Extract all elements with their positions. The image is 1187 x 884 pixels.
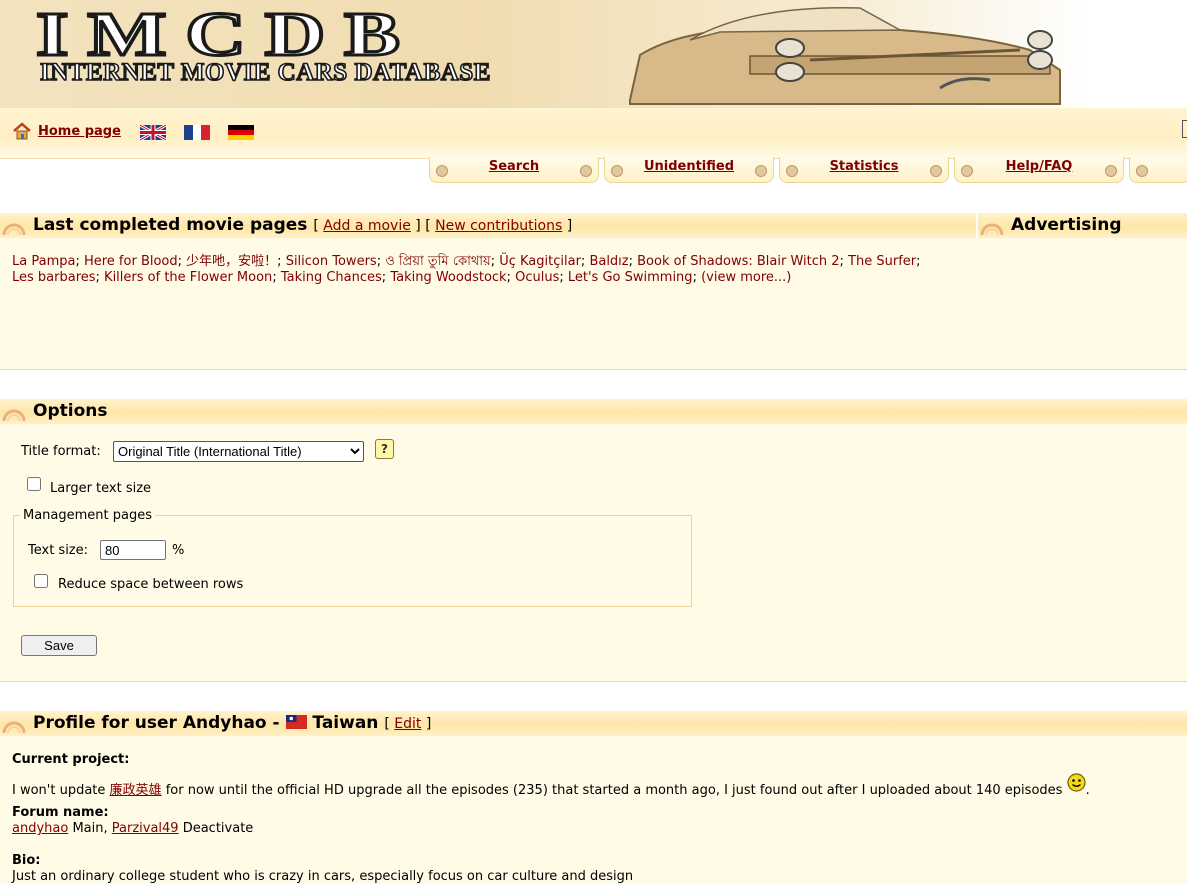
pin-icon: [930, 165, 942, 177]
movie-link[interactable]: Taking Woodstock: [390, 270, 506, 285]
profile-header: Profile for user Andyhao - Taiwan [ Edit…: [0, 711, 1187, 736]
section-arc-icon: [2, 721, 26, 734]
title-format-select[interactable]: Original Title (International Title): [113, 441, 364, 462]
profile-actions: [ Edit ]: [384, 716, 432, 732]
section-arc-icon: [2, 409, 26, 422]
last-completed-heading: Last completed movie pages: [33, 215, 308, 235]
movie-link[interactable]: Here for Blood: [84, 254, 178, 269]
profile-heading: Profile for user Andyhao -: [33, 713, 286, 733]
text-size-input[interactable]: [100, 540, 166, 560]
forum-user-note: Deactivate: [178, 821, 254, 836]
options-title: Options: [33, 401, 108, 421]
movie-link[interactable]: Üç Kagitçilar: [499, 254, 581, 269]
movie-link[interactable]: Let's Go Swimming: [568, 270, 693, 285]
profile-panel: [0, 735, 1187, 884]
bio-label: Bio:: [12, 853, 41, 868]
pin-icon: [580, 165, 592, 177]
german-flag-icon[interactable]: [228, 125, 254, 140]
taiwan-flag-icon: [285, 715, 307, 729]
movie-link[interactable]: Taking Chances: [281, 270, 382, 285]
larger-text-checkbox[interactable]: [27, 477, 41, 491]
section-divider: [0, 681, 1187, 682]
current-project-label: Current project:: [12, 752, 130, 767]
pin-icon: [1105, 165, 1117, 177]
english-flag-icon[interactable]: [140, 125, 166, 140]
top-nav: Home page: [0, 108, 1187, 159]
movie-link[interactable]: Book of Shadows: Blair Witch 2: [637, 254, 839, 269]
site-logo[interactable]: IMCDB: [34, 3, 419, 68]
site-banner: IMCDB INTERNET MOVIE CARS DATABASE: [0, 0, 1187, 108]
movie-link[interactable]: Oculus: [515, 270, 559, 285]
nav-edge-marker: [1182, 120, 1187, 138]
project-link[interactable]: 廉政英雄: [110, 783, 162, 798]
section-divider: [0, 369, 1187, 370]
home-page-link[interactable]: Home page: [38, 124, 121, 139]
advertising-title: Advertising: [1011, 215, 1122, 235]
last-completed-title: Last completed movie pages [ Add a movie…: [33, 214, 572, 237]
text-size-unit: %: [172, 543, 185, 558]
last-completed-header: Last completed movie pages [ Add a movie…: [0, 213, 976, 238]
section-arc-icon: [2, 223, 26, 236]
current-project-text: I won't update 廉政英雄 for now until the of…: [12, 773, 1090, 798]
tab-help-faq-link[interactable]: Help/FAQ: [955, 159, 1123, 174]
french-flag-icon[interactable]: [184, 125, 210, 140]
tab-search[interactable]: Search: [429, 157, 599, 183]
movie-link[interactable]: La Pampa: [12, 254, 75, 269]
tab-partial[interactable]: [1129, 157, 1187, 183]
home-icon[interactable]: [12, 122, 32, 140]
tab-help-faq[interactable]: Help/FAQ: [954, 157, 1124, 183]
view-more-link[interactable]: (view more...): [701, 270, 791, 285]
movie-link[interactable]: Killers of the Flower Moon: [104, 270, 272, 285]
management-legend: Management pages: [23, 508, 153, 523]
tab-statistics-link[interactable]: Statistics: [780, 159, 948, 174]
pin-icon: [755, 165, 767, 177]
reduce-space-label: Reduce space between rows: [58, 577, 244, 592]
movie-link[interactable]: The Surfer: [848, 254, 916, 269]
forum-user-note: Main,: [68, 821, 112, 836]
movie-link[interactable]: 少年吔，安啦！: [186, 254, 277, 269]
movie-link[interactable]: ও প্রিয়া তুমি কোথায়: [385, 254, 491, 269]
help-icon[interactable]: ?: [375, 439, 394, 459]
forum-name-label: Forum name:: [12, 805, 109, 820]
tab-unidentified[interactable]: Unidentified: [604, 157, 774, 183]
current-project-post: for now until the official HD upgrade al…: [161, 783, 1067, 798]
save-button[interactable]: Save: [21, 635, 97, 656]
profile-country: Taiwan: [312, 713, 379, 733]
profile-title: Profile for user Andyhao - Taiwan [ Edit…: [33, 712, 431, 735]
smiley-icon: [1066, 773, 1086, 792]
section-arc-icon: [980, 223, 1004, 236]
options-header: Options: [0, 399, 1187, 424]
advertising-header: Advertising: [978, 213, 1187, 238]
add-movie-link[interactable]: Add a movie: [323, 218, 411, 234]
new-contributions-link[interactable]: New contributions: [435, 218, 562, 234]
bio-text: Just an ordinary college student who is …: [12, 869, 634, 884]
home-link-group: Home page: [12, 122, 121, 140]
movie-link[interactable]: Silicon Towers: [286, 254, 377, 269]
reduce-space-checkbox[interactable]: [34, 574, 48, 588]
site-subtitle: INTERNET MOVIE CARS DATABASE: [39, 58, 491, 87]
larger-text-label: Larger text size: [50, 481, 152, 496]
current-project-pre: I won't update: [12, 783, 110, 798]
forum-user-link[interactable]: Parzival49: [112, 821, 179, 836]
edit-profile-link[interactable]: Edit: [394, 716, 421, 732]
tab-search-link[interactable]: Search: [430, 159, 598, 174]
movie-list: La Pampa; Here for Blood; 少年吔，安啦！; Silic…: [12, 254, 921, 285]
tab-unidentified-link[interactable]: Unidentified: [605, 159, 773, 174]
movie-link[interactable]: Baldız: [589, 254, 628, 269]
title-format-label: Title format:: [21, 444, 101, 459]
last-completed-actions: [ Add a movie ] [ New contributions ]: [313, 218, 573, 234]
tab-statistics[interactable]: Statistics: [779, 157, 949, 183]
text-size-label: Text size:: [28, 543, 89, 558]
movie-link[interactable]: Les barbares: [12, 270, 96, 285]
forum-user-link[interactable]: andyhao: [12, 821, 68, 836]
car-illustration: [629, 7, 1061, 105]
forum-names: andyhao Main, Parzival49 Deactivate: [12, 821, 253, 836]
pin-icon: [1136, 165, 1148, 177]
